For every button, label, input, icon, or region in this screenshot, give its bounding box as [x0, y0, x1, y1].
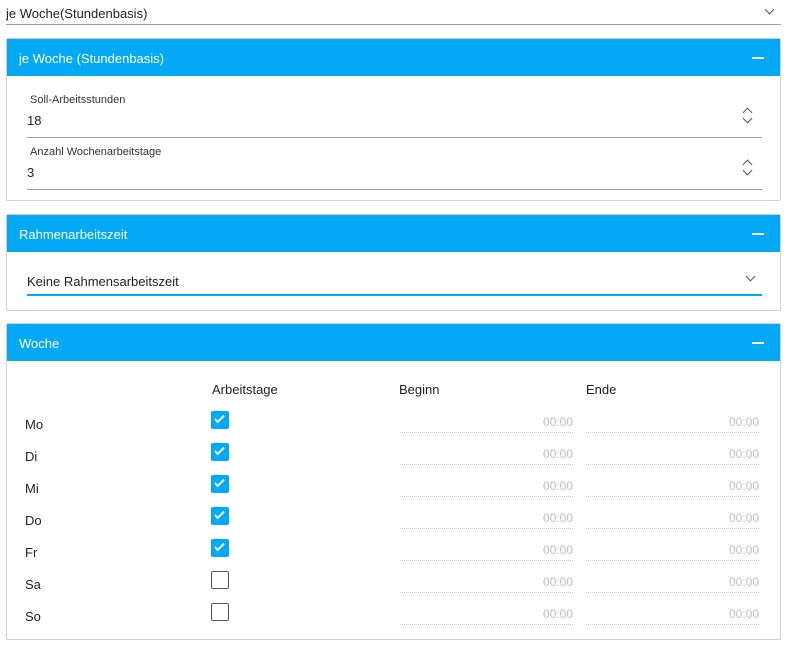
target-hours-field[interactable]: Soll-Arbeitsstunden 18: [27, 94, 762, 138]
check-icon: [214, 508, 225, 520]
begin-time-value: 00:00: [542, 447, 573, 461]
begin-time-input[interactable]: 00:00: [400, 601, 573, 625]
stepper-icon[interactable]: [742, 107, 754, 125]
workday-checkbox[interactable]: [211, 603, 229, 621]
end-time-value: 00:00: [728, 575, 759, 589]
begin-time-value: 00:00: [542, 511, 573, 525]
day-label: Fr: [25, 545, 38, 560]
workday-checkbox[interactable]: [211, 443, 229, 461]
end-time-value: 00:00: [728, 447, 759, 461]
day-row: Mo 00:00 00:00: [7, 409, 780, 441]
end-time-value: 00:00: [728, 511, 759, 525]
begin-time-value: 00:00: [542, 479, 573, 493]
begin-time-input[interactable]: 00:00: [400, 409, 573, 433]
workday-checkbox[interactable]: [211, 539, 229, 557]
hours-panel: je Woche (Stundenbasis) Soll-Arbeitsstun…: [6, 38, 781, 201]
end-time-input[interactable]: 00:00: [586, 569, 759, 593]
collapse-icon[interactable]: [752, 233, 764, 235]
day-label: Mo: [25, 417, 44, 432]
chevron-down-icon[interactable]: [745, 271, 756, 282]
period-select[interactable]: je Woche(Stundenbasis): [6, 0, 781, 25]
target-hours-label: Soll-Arbeitsstunden: [30, 94, 126, 106]
day-row: Di 00:00 00:00: [7, 441, 780, 473]
end-time-input[interactable]: 00:00: [586, 409, 759, 433]
week-panel-header[interactable]: Woche: [7, 324, 780, 361]
begin-time-input[interactable]: 00:00: [400, 569, 573, 593]
begin-time-input[interactable]: 00:00: [400, 505, 573, 529]
day-label: Do: [25, 513, 42, 528]
begin-time-value: 00:00: [542, 415, 573, 429]
workday-checkbox[interactable]: [211, 507, 229, 525]
begin-time-input[interactable]: 00:00: [400, 473, 573, 497]
begin-time-input[interactable]: 00:00: [400, 441, 573, 465]
begin-time-value: 00:00: [542, 607, 573, 621]
rahmen-panel-title: Rahmenarbeitszeit: [19, 227, 128, 242]
day-label: Mi: [25, 481, 39, 496]
workdays-count-field[interactable]: Anzahl Wochenarbeitstage 3: [27, 146, 762, 190]
end-time-input[interactable]: 00:00: [586, 537, 759, 561]
end-column-header: Ende: [586, 382, 617, 397]
collapse-icon[interactable]: [752, 57, 764, 59]
day-label: Sa: [25, 577, 41, 592]
end-time-input[interactable]: 00:00: [586, 505, 759, 529]
day-label: Di: [25, 449, 38, 464]
rahmen-panel: Rahmenarbeitszeit Keine Rahmensarbeitsze…: [6, 214, 781, 311]
workday-checkbox[interactable]: [211, 411, 229, 429]
collapse-icon[interactable]: [752, 342, 764, 344]
workday-checkbox[interactable]: [211, 475, 229, 493]
begin-time-input[interactable]: 00:00: [400, 537, 573, 561]
day-row: Do 00:00 00:00: [7, 505, 780, 537]
begin-time-value: 00:00: [542, 543, 573, 557]
day-label: So: [25, 609, 41, 624]
check-icon: [214, 412, 225, 424]
chevron-down-icon[interactable]: [764, 4, 775, 15]
check-icon: [214, 444, 225, 456]
workdays-count-label: Anzahl Wochenarbeitstage: [30, 146, 162, 158]
day-row: Mi 00:00 00:00: [7, 473, 780, 505]
stepper-icon[interactable]: [742, 159, 754, 177]
hours-panel-title: je Woche (Stundenbasis): [19, 51, 165, 66]
target-hours-value[interactable]: 18: [27, 113, 41, 128]
rahmen-select[interactable]: Keine Rahmensarbeitszeit: [27, 266, 762, 296]
rahmen-panel-header[interactable]: Rahmenarbeitszeit: [7, 215, 780, 252]
week-panel-title: Woche: [19, 336, 60, 351]
end-time-value: 00:00: [728, 415, 759, 429]
hours-panel-header[interactable]: je Woche (Stundenbasis): [7, 39, 780, 76]
end-time-value: 00:00: [728, 479, 759, 493]
begin-column-header: Beginn: [399, 382, 440, 397]
week-panel: Woche Arbeitstage Beginn Ende Mo 00:00 00:…: [6, 323, 781, 640]
workdays-column-header: Arbeitstage: [212, 382, 278, 397]
begin-time-value: 00:00: [542, 575, 573, 589]
day-row: Sa 00:00 00:00: [7, 569, 780, 601]
workdays-count-value[interactable]: 3: [27, 165, 34, 180]
rahmen-select-value: Keine Rahmensarbeitszeit: [27, 274, 179, 289]
day-row: Fr 00:00 00:00: [7, 537, 780, 569]
day-row: So 00:00 00:00: [7, 601, 780, 633]
workday-checkbox[interactable]: [211, 571, 229, 589]
check-icon: [214, 476, 225, 488]
period-select-value: je Woche(Stundenbasis): [6, 6, 148, 21]
end-time-value: 00:00: [728, 543, 759, 557]
end-time-input[interactable]: 00:00: [586, 473, 759, 497]
end-time-value: 00:00: [728, 607, 759, 621]
check-icon: [214, 540, 225, 552]
end-time-input[interactable]: 00:00: [586, 601, 759, 625]
end-time-input[interactable]: 00:00: [586, 441, 759, 465]
